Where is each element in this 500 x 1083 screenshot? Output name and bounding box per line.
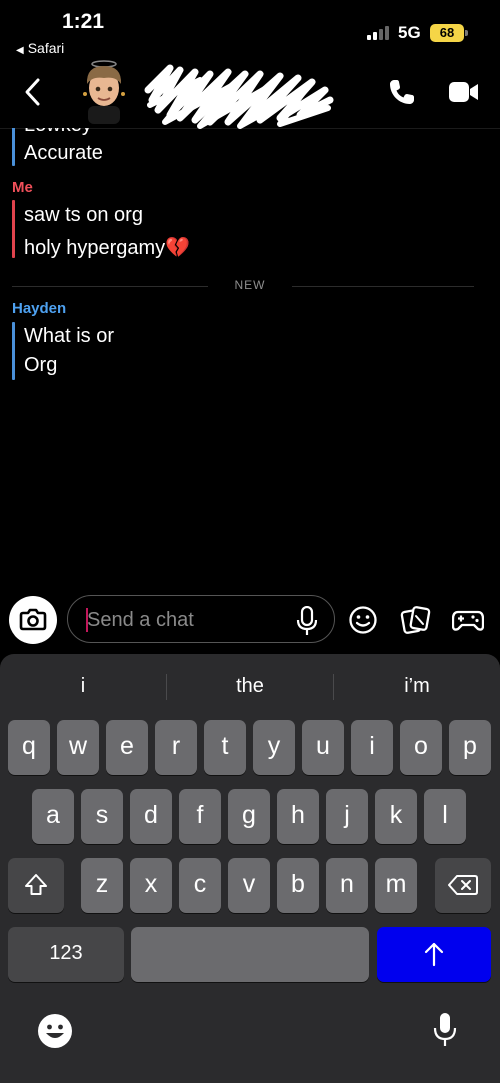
message-text: Org xyxy=(24,354,58,376)
back-to-safari-link[interactable]: ◀ Safari xyxy=(16,40,64,56)
key-q[interactable]: q xyxy=(8,720,50,775)
chat-message-list[interactable]: Lowkey Accurate Me saw ts on org holy hy… xyxy=(0,128,500,588)
battery-tip xyxy=(465,30,468,36)
key-u[interactable]: u xyxy=(302,720,344,775)
key-f[interactable]: f xyxy=(179,789,221,844)
space-key[interactable] xyxy=(131,927,369,982)
bitmoji-avatar[interactable] xyxy=(76,54,132,124)
numbers-key[interactable]: 123 xyxy=(8,927,124,982)
battery-level: 68 xyxy=(439,25,455,40)
chat-input-placeholder: Send a chat xyxy=(87,609,194,631)
network-type: 5G xyxy=(398,23,421,42)
key-d[interactable]: d xyxy=(130,789,172,844)
shift-key[interactable] xyxy=(8,858,64,913)
key-v[interactable]: v xyxy=(228,858,270,913)
message-sender: Hayden xyxy=(12,300,67,317)
predictive-suggestions: i the i’m xyxy=(0,666,500,706)
new-divider-label: NEW xyxy=(234,278,266,292)
chat-header xyxy=(0,60,500,129)
key-x[interactable]: x xyxy=(130,858,172,913)
shift-arrow-icon xyxy=(25,874,47,895)
message-text: saw ts on org xyxy=(24,204,143,226)
message-text: What is or xyxy=(24,325,115,347)
camera-button[interactable] xyxy=(9,596,57,644)
back-triangle-icon: ◀ xyxy=(16,45,24,56)
message-sender: Me xyxy=(12,179,33,196)
video-camera-icon[interactable] xyxy=(448,80,480,104)
emoji-keyboard-icon[interactable] xyxy=(37,1013,73,1049)
key-r[interactable]: r xyxy=(155,720,197,775)
message-group-bar xyxy=(12,200,15,258)
message-group-bar xyxy=(12,322,15,380)
phone-icon[interactable] xyxy=(388,78,416,106)
status-time: 1:21 xyxy=(62,10,105,33)
backspace-key[interactable] xyxy=(435,858,491,913)
key-h[interactable]: h xyxy=(277,789,319,844)
arrow-up-icon xyxy=(424,942,444,967)
suggestion-item[interactable]: the xyxy=(167,666,333,706)
key-m[interactable]: m xyxy=(375,858,417,913)
key-y[interactable]: y xyxy=(253,720,295,775)
emoji-icon[interactable] xyxy=(348,605,378,635)
suggestion-item[interactable]: i xyxy=(0,666,166,706)
message-text: Lowkey xyxy=(24,128,92,137)
key-t[interactable]: t xyxy=(204,720,246,775)
chevron-left-icon[interactable] xyxy=(22,76,42,108)
new-messages-divider: NEW xyxy=(0,276,500,296)
key-z[interactable]: z xyxy=(81,858,123,913)
status-bar: 1:21 ◀ Safari 5G 68 xyxy=(0,0,500,60)
battery-icon: 68 xyxy=(430,24,464,42)
key-s[interactable]: s xyxy=(81,789,123,844)
chat-composer: Send a chat xyxy=(0,588,500,654)
key-l[interactable]: l xyxy=(424,789,466,844)
chat-input[interactable]: Send a chat xyxy=(67,595,335,643)
back-app-label: Safari xyxy=(27,40,65,56)
key-a[interactable]: a xyxy=(32,789,74,844)
key-w[interactable]: w xyxy=(57,720,99,775)
key-n[interactable]: n xyxy=(326,858,368,913)
message-text: holy hypergamy💔 xyxy=(24,237,191,259)
key-p[interactable]: p xyxy=(449,720,491,775)
message-group-bar xyxy=(12,128,15,166)
sticker-icon[interactable] xyxy=(400,604,432,636)
key-j[interactable]: j xyxy=(326,789,368,844)
dictation-microphone-icon[interactable] xyxy=(432,1012,458,1048)
backspace-icon xyxy=(448,875,478,895)
key-b[interactable]: b xyxy=(277,858,319,913)
microphone-icon[interactable] xyxy=(296,606,318,636)
message-text: Accurate xyxy=(24,142,103,164)
key-k[interactable]: k xyxy=(375,789,417,844)
suggestion-item[interactable]: i’m xyxy=(334,666,500,706)
redacted-name-scribble xyxy=(144,64,334,129)
key-g[interactable]: g xyxy=(228,789,270,844)
cellular-signal-icon xyxy=(367,24,393,40)
send-return-key[interactable] xyxy=(377,927,491,982)
game-controller-icon[interactable] xyxy=(452,606,484,634)
key-c[interactable]: c xyxy=(179,858,221,913)
key-e[interactable]: e xyxy=(106,720,148,775)
camera-icon xyxy=(19,608,47,631)
key-i[interactable]: i xyxy=(351,720,393,775)
key-o[interactable]: o xyxy=(400,720,442,775)
